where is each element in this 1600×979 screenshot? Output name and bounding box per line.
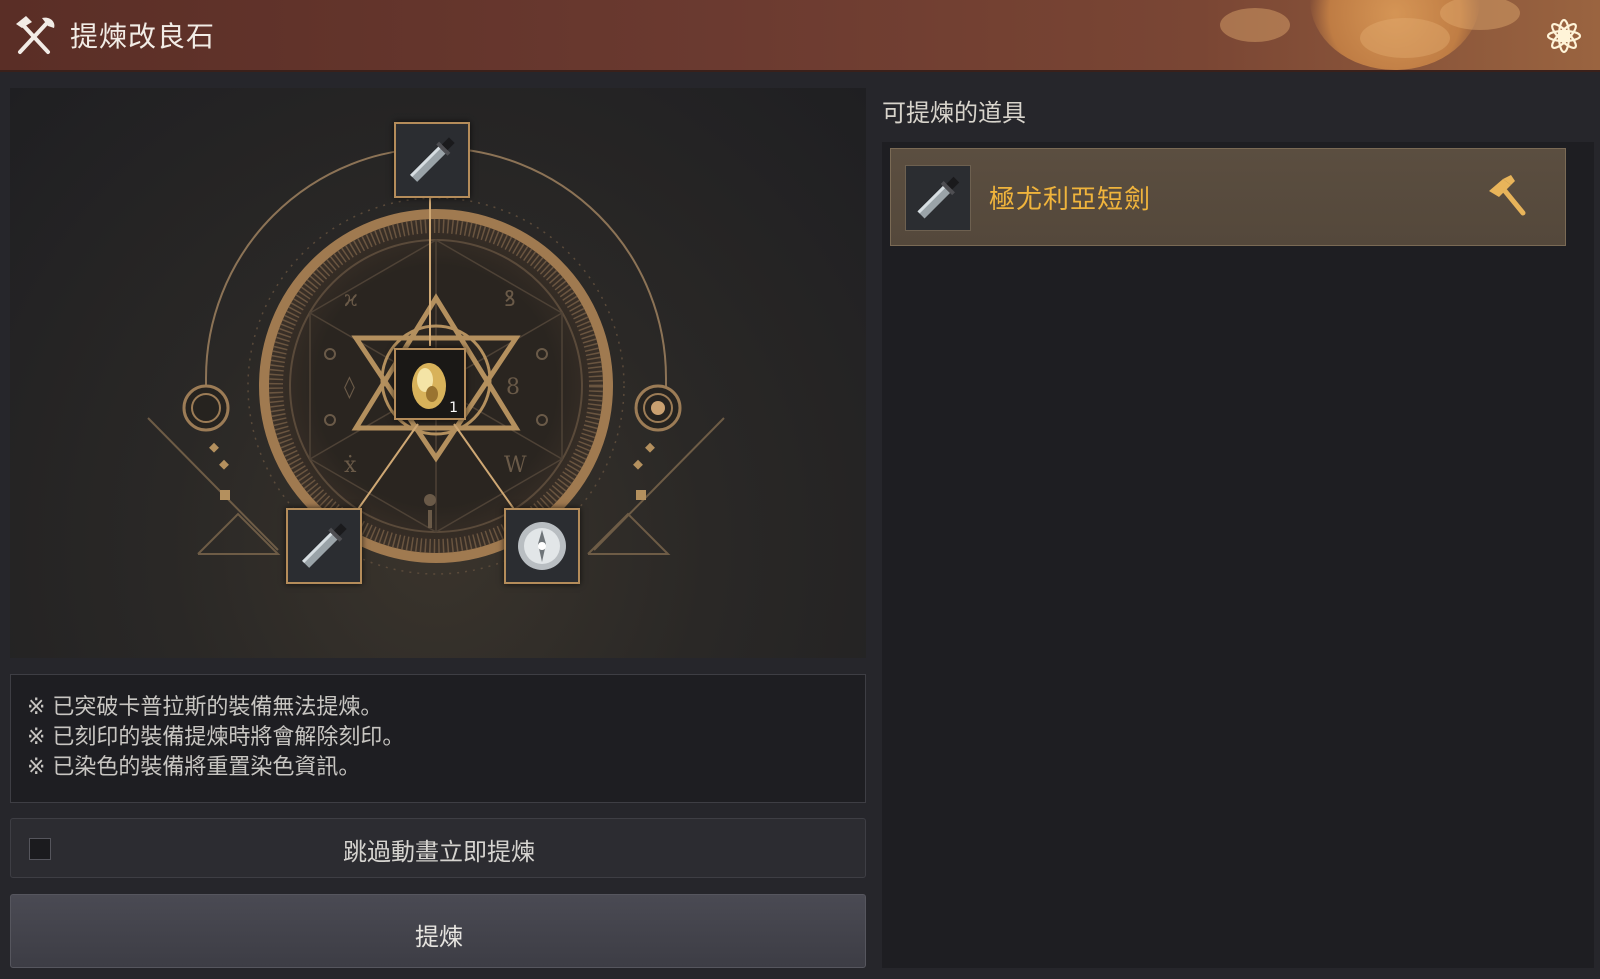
hammer-icon[interactable] bbox=[1481, 173, 1531, 223]
window-title: 提煉改良石 bbox=[70, 20, 216, 53]
svg-text:ϰ: ϰ bbox=[344, 287, 358, 312]
flower-settings-icon[interactable] bbox=[1540, 12, 1588, 60]
svg-text:ẋ: ẋ bbox=[344, 453, 357, 478]
stone-count: 1 bbox=[449, 400, 458, 416]
slot-bottom-left[interactable] bbox=[286, 508, 362, 584]
cloud-decoration bbox=[1440, 0, 1520, 30]
svg-text:8: 8 bbox=[506, 375, 520, 400]
crossed-tools-icon bbox=[16, 16, 55, 54]
svg-text:ꝸ: ꝸ bbox=[504, 287, 516, 312]
refinable-item-list: 極尤利亞短劍 bbox=[882, 142, 1594, 968]
dagger-icon bbox=[396, 124, 468, 196]
slot-top[interactable] bbox=[394, 122, 470, 198]
dagger-icon bbox=[288, 510, 360, 582]
item-panel-title: 可提煉的道具 bbox=[882, 99, 1026, 127]
svg-text:W: W bbox=[504, 453, 527, 478]
list-item[interactable]: 極尤利亞短劍 bbox=[890, 148, 1566, 246]
skip-animation-option[interactable]: 跳過動畫立即提煉 bbox=[10, 818, 866, 878]
refining-circle-area: ϰ ꝸ ◊ 8 ẋ W 1 bbox=[10, 88, 866, 658]
cloud-decoration bbox=[1360, 18, 1450, 58]
note-line: ※ 已染色的裝備將重置染色資訊。 bbox=[27, 755, 361, 780]
skip-animation-label: 跳過動畫立即提煉 bbox=[343, 838, 535, 866]
svg-text:◊: ◊ bbox=[344, 375, 355, 400]
title-bar: 提煉改良石 bbox=[0, 0, 1600, 72]
cloud-decoration bbox=[1220, 8, 1290, 42]
slot-bottom-right[interactable] bbox=[504, 508, 580, 584]
notes-box: ※ 已突破卡普拉斯的裝備無法提煉。 ※ 已刻印的裝備提煉時將會解除刻印。 ※ 已… bbox=[10, 674, 866, 803]
crystal-icon bbox=[506, 510, 578, 582]
refine-button[interactable]: 提煉 bbox=[10, 894, 866, 968]
item-name: 極尤利亞短劍 bbox=[989, 185, 1152, 215]
note-line: ※ 已突破卡普拉斯的裝備無法提煉。 bbox=[27, 695, 383, 720]
note-line: ※ 已刻印的裝備提煉時將會解除刻印。 bbox=[27, 725, 405, 750]
item-icon-frame bbox=[905, 165, 971, 231]
dagger-icon bbox=[906, 166, 970, 230]
refine-button-label: 提煉 bbox=[415, 923, 463, 951]
slot-center[interactable]: 1 bbox=[394, 348, 466, 420]
